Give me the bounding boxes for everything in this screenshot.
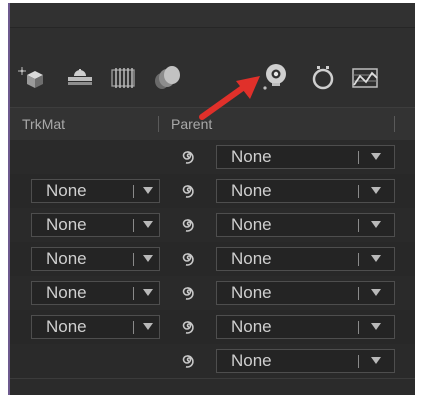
- chevron-down-icon: [371, 221, 381, 228]
- layer-row: None None: [10, 174, 415, 209]
- chevron-down-icon: [143, 221, 153, 228]
- layer-row: None None: [10, 276, 415, 311]
- trkmat-dropdown[interactable]: None: [31, 315, 160, 339]
- motion-blur-icon[interactable]: [108, 62, 138, 92]
- chevron-down-icon: [371, 153, 381, 160]
- adjustment-layer-icon[interactable]: [65, 62, 95, 92]
- frame-blending-icon[interactable]: [152, 62, 182, 92]
- header-separator[interactable]: [158, 116, 159, 132]
- layer-row: None None: [10, 242, 415, 277]
- pickwhip-icon[interactable]: [180, 250, 198, 268]
- trkmat-dropdown[interactable]: None: [31, 213, 160, 237]
- stopwatch-icon[interactable]: [308, 62, 338, 92]
- timeline-panel: TrkMat Parent None None None None None N…: [8, 3, 415, 395]
- pickwhip-icon[interactable]: [180, 148, 198, 166]
- layer-row: None None: [10, 310, 415, 345]
- parent-dropdown[interactable]: None: [216, 213, 395, 237]
- parent-dropdown[interactable]: None: [216, 145, 395, 169]
- graph-icon[interactable]: [350, 62, 380, 92]
- layer-row: None: [10, 140, 415, 175]
- trkmat-header-label: TrkMat: [22, 116, 66, 132]
- parent-dropdown[interactable]: None: [216, 281, 395, 305]
- chevron-down-icon: [143, 323, 153, 330]
- pickwhip-icon[interactable]: [180, 284, 198, 302]
- chevron-down-icon: [371, 357, 381, 364]
- parent-dropdown[interactable]: None: [216, 349, 395, 373]
- pickwhip-icon[interactable]: [180, 318, 198, 336]
- chevron-down-icon: [143, 187, 153, 194]
- layer-row: None: [10, 344, 415, 379]
- chevron-down-icon: [371, 187, 381, 194]
- header-separator[interactable]: [394, 116, 395, 132]
- parent-dropdown[interactable]: None: [216, 315, 395, 339]
- chevron-down-icon: [143, 289, 153, 296]
- chevron-down-icon: [371, 289, 381, 296]
- pickwhip-icon[interactable]: [180, 352, 198, 370]
- trkmat-dropdown[interactable]: None: [31, 247, 160, 271]
- 3d-layer-icon[interactable]: [16, 62, 46, 92]
- chevron-down-icon: [371, 323, 381, 330]
- chevron-down-icon: [143, 255, 153, 262]
- pickwhip-icon[interactable]: [180, 182, 198, 200]
- parent-dropdown[interactable]: None: [216, 247, 395, 271]
- trkmat-dropdown[interactable]: None: [31, 179, 160, 203]
- trkmat-dropdown[interactable]: None: [31, 281, 160, 305]
- parent-dropdown[interactable]: None: [216, 179, 395, 203]
- panel-top-strip: [10, 3, 415, 28]
- pickwhip-icon[interactable]: [180, 216, 198, 234]
- annotation-arrow-icon: [196, 73, 266, 123]
- layer-row: None None: [10, 208, 415, 243]
- chevron-down-icon: [371, 255, 381, 262]
